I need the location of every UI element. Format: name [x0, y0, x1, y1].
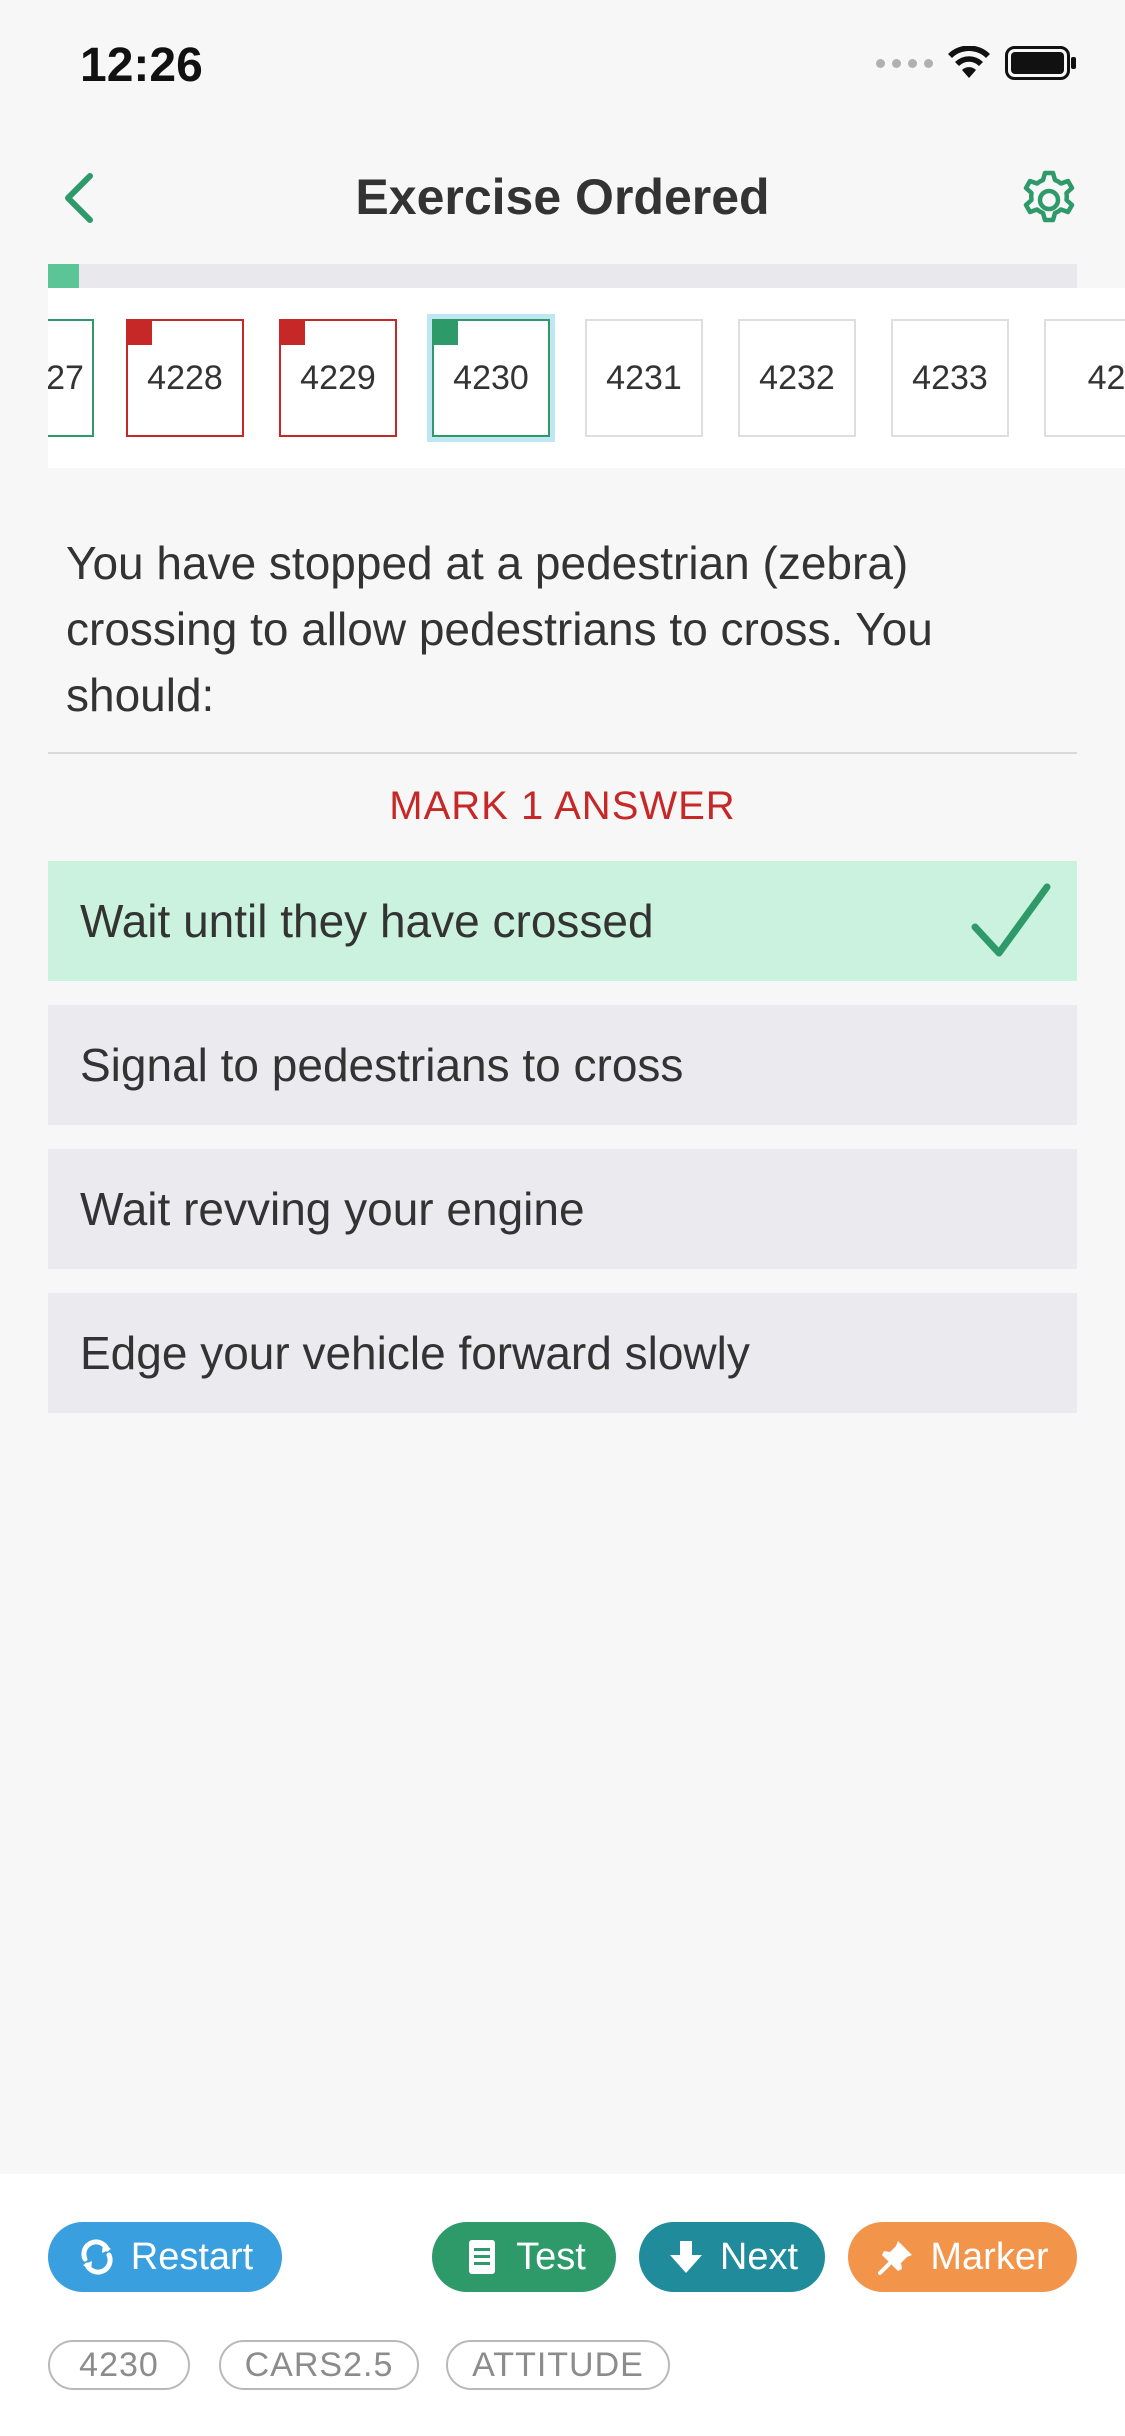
divider: [48, 752, 1077, 754]
answer-text: Edge your vehicle forward slowly: [80, 1327, 750, 1379]
question-number-label: 4229: [300, 358, 376, 397]
marker-button[interactable]: Marker: [848, 2222, 1077, 2292]
test-label: Test: [516, 2235, 586, 2278]
answer-text: Wait revving your engine: [80, 1183, 585, 1235]
next-button[interactable]: Next: [639, 2222, 825, 2292]
question-number-label: 4230: [453, 358, 529, 397]
flag-icon: [434, 321, 458, 345]
next-label: Next: [719, 2235, 799, 2278]
page-title: Exercise Ordered: [355, 169, 770, 225]
question-number-strip[interactable]: 27 4228 4229 4230 4231 4232 4233 423: [48, 288, 1125, 468]
question-number-item[interactable]: 4231: [585, 319, 703, 437]
question-number-item-current[interactable]: 4230: [432, 319, 550, 437]
question-number-item[interactable]: 423: [1044, 319, 1125, 437]
question-number-label: 4231: [606, 358, 682, 397]
battery-icon: [1005, 46, 1076, 80]
flag-icon: [281, 321, 305, 345]
question-number-label: 4232: [759, 358, 835, 397]
flag-icon: [128, 321, 152, 345]
cellular-signal-icon: [876, 58, 933, 68]
navigation-bar: Exercise Ordered: [0, 132, 1125, 264]
checkmark-icon: [971, 883, 1051, 957]
answer-option-selected[interactable]: Wait until they have crossed: [48, 861, 1077, 981]
question-number-label: 423: [1087, 358, 1125, 397]
section-tag: CARS2.5: [219, 2340, 419, 2390]
status-bar: 12:26: [0, 0, 1125, 132]
answer-option[interactable]: Wait revving your engine: [48, 1149, 1077, 1269]
category-tag: ATTITUDE: [446, 2340, 670, 2390]
status-time: 12:26: [80, 39, 203, 92]
bottom-toolbar: Restart Test Next Marker 4230 CARS2.5 AT…: [0, 2174, 1125, 2436]
answer-option[interactable]: Edge your vehicle forward slowly: [48, 1293, 1077, 1413]
question-number-item[interactable]: 27: [48, 319, 94, 437]
progress-bar: [48, 264, 1077, 288]
question-id-tag: 4230: [48, 2340, 190, 2390]
pin-icon: [878, 2241, 913, 2275]
arrow-down-icon: [669, 2241, 702, 2273]
question-number-item[interactable]: 4232: [738, 319, 856, 437]
gear-icon[interactable]: [1017, 168, 1081, 232]
question-number-label: 4233: [912, 358, 988, 397]
answer-instruction: MARK 1 ANSWER: [389, 784, 736, 828]
question-number-label: 4228: [147, 358, 223, 397]
document-icon: [469, 2240, 496, 2274]
marker-label: Marker: [930, 2235, 1049, 2278]
test-button[interactable]: Test: [432, 2222, 616, 2292]
refresh-icon: [81, 2239, 113, 2275]
answer-text: Signal to pedestrians to cross: [80, 1039, 684, 1091]
question-number-item[interactable]: 4233: [891, 319, 1009, 437]
wifi-icon: [948, 46, 990, 78]
restart-button[interactable]: Restart: [48, 2222, 282, 2292]
question-number-item[interactable]: 4228: [126, 319, 244, 437]
status-icons: [876, 46, 1077, 80]
restart-label: Restart: [130, 2235, 254, 2278]
answer-option[interactable]: Signal to pedestrians to cross: [48, 1005, 1077, 1125]
question-text: You have stopped at a pedestrian (zebra)…: [66, 537, 933, 721]
answer-text: Wait until they have crossed: [80, 895, 654, 947]
question-number-label: 27: [48, 358, 84, 397]
question-number-item[interactable]: 4229: [279, 319, 397, 437]
progress-fill: [48, 264, 79, 288]
